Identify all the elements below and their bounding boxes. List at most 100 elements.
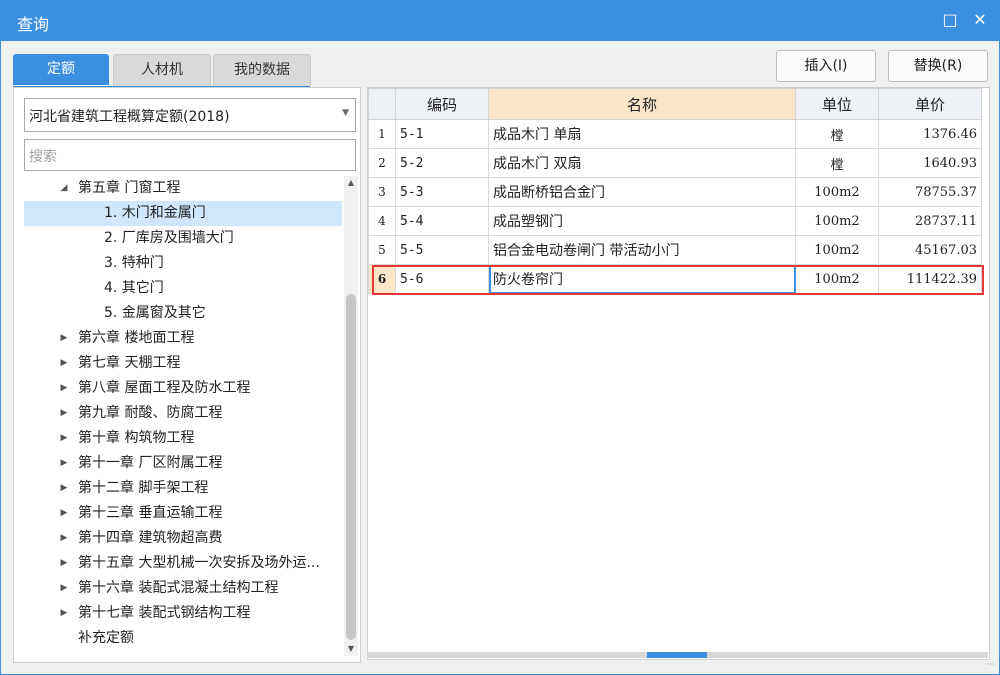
tree-item-section-2[interactable]: 2. 厂库房及围墙大门 [24,226,342,251]
cell-code[interactable]: 5-6 [395,264,489,294]
tree-item-chapter-10[interactable]: ▶ 第十章 构筑物工程 [24,426,342,451]
expand-triangle-icon[interactable]: ▶ [58,401,70,426]
tab-quota[interactable]: 定额 [13,54,109,85]
chevron-down-icon[interactable]: ▼ [342,108,349,118]
cell-code[interactable]: 5-1 [395,119,489,149]
tree-item-chapter-15[interactable]: ▶ 第十五章 大型机械一次安拆及场外运... [24,551,342,576]
cell-price[interactable]: 78755.37 [878,177,982,207]
row-number: 3 [368,177,396,207]
cell-price[interactable]: 28737.11 [878,206,982,236]
column-header-code[interactable]: 编码 [395,88,489,120]
cell-code[interactable]: 5-5 [395,235,489,265]
tree-item-section-3[interactable]: 3. 特种门 [24,251,342,276]
tree-item-chapter-13[interactable]: ▶ 第十三章 垂直运输工程 [24,501,342,526]
cell-name[interactable]: 成品木门 双扇 [488,148,796,178]
table-row[interactable]: 1 5-1 成品木门 单扇 樘 1376.46 [368,119,982,149]
row-number: 6 [368,264,396,294]
tree-item-chapter-6[interactable]: ▶ 第六章 楼地面工程 [24,326,342,351]
insert-button[interactable]: 插入(I) [776,50,876,82]
cell-price[interactable]: 111422.39 [878,264,982,294]
cell-price[interactable]: 1640.93 [878,148,982,178]
title-bar[interactable]: 查询 □ ✕ [1,1,999,41]
tree-item-label: 第十一章 厂区附属工程 [78,455,223,471]
cell-name[interactable]: 成品断桥铝合金门 [488,177,796,207]
tree-item-section-4[interactable]: 4. 其它门 [24,276,342,301]
tree-item-label: 5. 金属窗及其它 [104,305,206,321]
table-row[interactable]: 5 5-5 铝合金电动卷闸门 带活动小门 100m2 45167.03 [368,235,982,265]
search-placeholder: 搜索 [29,149,57,165]
search-input[interactable]: 搜索 [24,139,356,171]
tree-item-label: 2. 厂库房及围墙大门 [104,230,234,246]
expand-triangle-icon[interactable]: ▶ [58,376,70,401]
cell-code[interactable]: 5-2 [395,148,489,178]
scroll-up-icon[interactable]: ▲ [344,176,358,190]
table-row[interactable]: 2 5-2 成品木门 双扇 樘 1640.93 [368,148,982,178]
tree-item-chapter-12[interactable]: ▶ 第十二章 脚手架工程 [24,476,342,501]
expand-triangle-icon[interactable]: ▶ [58,501,70,526]
resize-grip-icon[interactable]: ⋯ [986,660,995,670]
tree-item-label: 第十二章 脚手架工程 [78,480,209,496]
cell-name[interactable]: 成品木门 单扇 [488,119,796,149]
expand-triangle-icon[interactable]: ▶ [58,576,70,601]
tree-item-chapter-8[interactable]: ▶ 第八章 屋面工程及防水工程 [24,376,342,401]
cell-unit[interactable]: 100m2 [795,206,879,236]
cell-unit[interactable]: 100m2 [795,235,879,265]
cell-unit[interactable]: 100m2 [795,264,879,294]
cell-code[interactable]: 5-3 [395,177,489,207]
column-header-price[interactable]: 单价 [878,88,982,120]
tree-item-section-5[interactable]: 5. 金属窗及其它 [24,301,342,326]
row-number: 1 [368,119,396,149]
tree-item-section-1[interactable]: 1. 木门和金属门 [24,201,342,226]
cell-code[interactable]: 5-4 [395,206,489,236]
expand-triangle-icon[interactable]: ▶ [58,551,70,576]
expand-triangle-icon[interactable]: ▶ [58,451,70,476]
cell-name[interactable]: 成品塑钢门 [488,206,796,236]
tree-item-chapter-16[interactable]: ▶ 第十六章 装配式混凝土结构工程 [24,576,342,601]
expand-triangle-icon[interactable]: ▶ [58,426,70,451]
tab-my-data[interactable]: 我的数据 [213,54,311,86]
tab-labor-material-machine[interactable]: 人材机 [113,54,211,86]
scrollbar-grip[interactable] [647,652,707,658]
cell-unit[interactable]: 100m2 [795,177,879,207]
scrollbar-thumb[interactable] [346,294,356,640]
expand-triangle-icon[interactable]: ▶ [58,326,70,351]
horizontal-scrollbar[interactable] [367,652,988,658]
tree-item-label: 第七章 天棚工程 [78,355,181,371]
tree-item-chapter-5[interactable]: ◢ 第五章 门窗工程 [24,176,342,201]
cell-name[interactable]: 防火卷帘门 [488,264,796,294]
tree-item-supplementary[interactable]: 补充定额 [24,626,342,651]
row-number: 4 [368,206,396,236]
column-header-name[interactable]: 名称 [488,88,796,120]
tree-item-label: 第五章 门窗工程 [78,180,181,196]
window-title: 查询 [17,15,50,34]
close-icon[interactable]: ✕ [971,11,989,29]
replace-button[interactable]: 替换(R) [888,50,988,82]
tree-item-chapter-14[interactable]: ▶ 第十四章 建筑物超高费 [24,526,342,551]
column-header-unit[interactable]: 单位 [795,88,879,120]
maximize-icon[interactable]: □ [941,11,959,29]
cell-name[interactable]: 铝合金电动卷闸门 带活动小门 [488,235,796,265]
table-row-current[interactable]: 6 5-6 防火卷帘门 100m2 111422.39 [368,264,982,294]
cell-price[interactable]: 45167.03 [878,235,982,265]
tree-item-chapter-17[interactable]: ▶ 第十七章 装配式钢结构工程 [24,601,342,626]
cell-unit[interactable]: 樘 [795,148,879,178]
tree-item-chapter-9[interactable]: ▶ 第九章 耐酸、防腐工程 [24,401,342,426]
scroll-down-icon[interactable]: ▼ [344,642,358,656]
expand-triangle-icon[interactable]: ▶ [58,601,70,626]
expand-triangle-icon[interactable]: ▶ [58,526,70,551]
tree-item-label: 第九章 耐酸、防腐工程 [78,405,223,421]
cell-price[interactable]: 1376.46 [878,119,982,149]
table-row[interactable]: 4 5-4 成品塑钢门 100m2 28737.11 [368,206,982,236]
tree-item-chapter-11[interactable]: ▶ 第十一章 厂区附属工程 [24,451,342,476]
tree-scrollbar[interactable]: ▲ ▼ [344,176,358,656]
tree-item-label: 第十章 构筑物工程 [78,430,195,446]
tree-item-chapter-7[interactable]: ▶ 第七章 天棚工程 [24,351,342,376]
tree-item-label: 3. 特种门 [104,255,164,271]
quota-library-select[interactable]: 河北省建筑工程概算定额(2018) ▼ [24,98,356,132]
table-row[interactable]: 3 5-3 成品断桥铝合金门 100m2 78755.37 [368,177,982,207]
expand-triangle-icon[interactable]: ▶ [58,351,70,376]
collapse-triangle-icon[interactable]: ◢ [58,176,70,201]
tree-item-label: 4. 其它门 [104,280,164,296]
cell-unit[interactable]: 樘 [795,119,879,149]
expand-triangle-icon[interactable]: ▶ [58,476,70,501]
